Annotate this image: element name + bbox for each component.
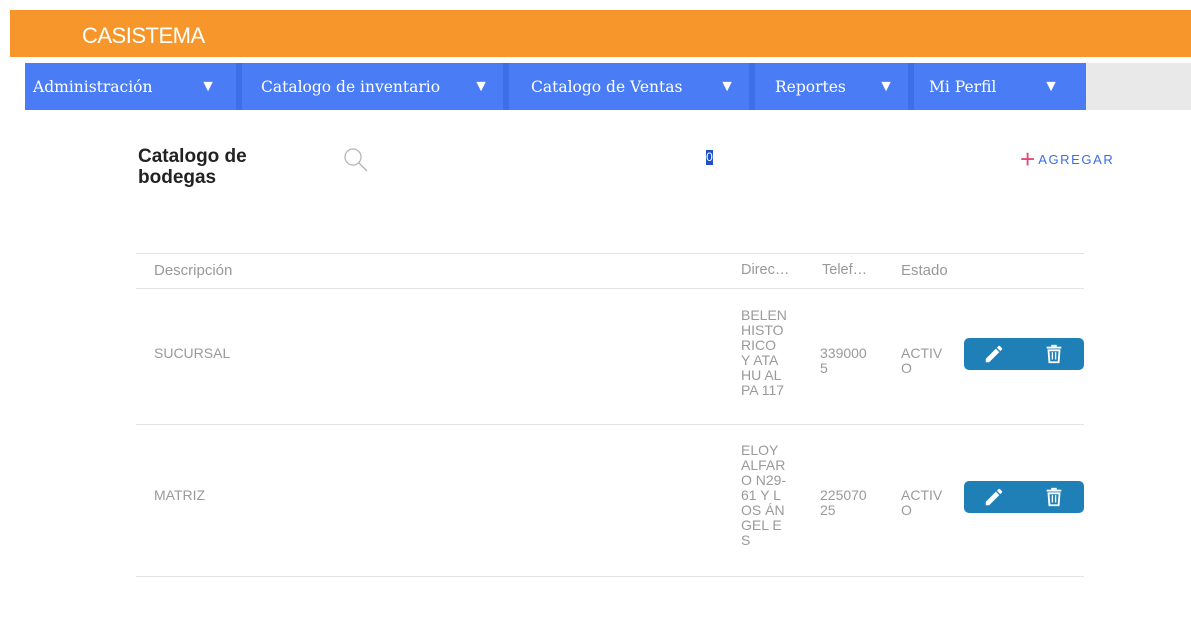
- cell-estado: ACTIVO: [901, 487, 943, 518]
- nav-label-catalogo-ventas: Catalogo de Ventas: [531, 77, 683, 96]
- app-title: CASISTEMA: [82, 23, 205, 48]
- search-icon[interactable]: [342, 146, 370, 174]
- add-button[interactable]: + AGREGAR: [1020, 144, 1115, 174]
- nav-label-administracion: Administración: [33, 77, 153, 96]
- pencil-icon: [985, 488, 1003, 506]
- nav-reportes-dropdown-icon[interactable]: ▼: [869, 63, 903, 110]
- nav-item-administracion[interactable]: Administración: [25, 63, 205, 110]
- page-title: Catalogo de bodegas: [138, 146, 247, 188]
- table-top-border: [136, 253, 1084, 254]
- trash-icon: [1046, 344, 1062, 364]
- nav-item-catalogo-inventario[interactable]: Catalogo de inventario: [242, 63, 454, 110]
- nav-filler: [1086, 63, 1191, 110]
- edit-button[interactable]: [964, 338, 1024, 370]
- nav-label-mi-perfil: Mi Perfil: [929, 77, 997, 96]
- column-header-telefono[interactable]: Telef…: [822, 262, 867, 278]
- cell-direccion: ELOY ALFAR O N29-61 Y LOS ÁNGEL ES: [741, 442, 787, 548]
- nav-item-mi-perfil[interactable]: Mi Perfil: [914, 63, 1024, 110]
- nav-mi-perfil-dropdown-icon[interactable]: ▼: [1034, 63, 1068, 110]
- edit-button[interactable]: [964, 481, 1024, 513]
- cell-direccion: BELEN HISTO RICO Y ATAHU ALPA 117: [741, 307, 787, 398]
- plus-icon: +: [1020, 144, 1036, 174]
- add-button-label: AGREGAR: [1038, 151, 1115, 167]
- nav-item-catalogo-ventas[interactable]: Catalogo de Ventas: [509, 63, 714, 110]
- delete-button[interactable]: [1024, 481, 1084, 513]
- column-header-direccion[interactable]: Direc…: [741, 262, 789, 278]
- cell-descripcion: SUCURSAL: [154, 345, 231, 361]
- table-bottom-border: [136, 576, 1084, 577]
- cell-telefono: 3390005: [820, 345, 867, 376]
- column-header-descripcion[interactable]: Descripción: [154, 262, 232, 279]
- cell-telefono: 22507025: [820, 487, 867, 518]
- trash-icon: [1046, 487, 1062, 507]
- delete-button[interactable]: [1024, 338, 1084, 370]
- pencil-icon: [985, 345, 1003, 363]
- app-header: CASISTEMA: [10, 10, 1191, 57]
- header-divider: [136, 288, 1084, 289]
- cell-estado: ACTIVO: [901, 345, 943, 376]
- cell-descripcion: MATRIZ: [154, 487, 206, 503]
- nav-label-reportes: Reportes: [775, 77, 846, 96]
- search-input[interactable]: [706, 150, 713, 165]
- nav-administracion-dropdown-icon[interactable]: ▼: [191, 63, 225, 110]
- nav-item-reportes[interactable]: Reportes: [755, 63, 870, 110]
- column-header-estado[interactable]: Estado: [901, 262, 948, 279]
- nav-label-catalogo-inventario: Catalogo de inventario: [261, 77, 441, 96]
- nav-catalogo-inventario-dropdown-icon[interactable]: ▼: [464, 63, 498, 110]
- nav-catalogo-ventas-dropdown-icon[interactable]: ▼: [710, 63, 744, 110]
- main-nav: Administración ▼ Catalogo de inventario …: [25, 63, 1086, 110]
- row-divider: [136, 424, 1084, 425]
